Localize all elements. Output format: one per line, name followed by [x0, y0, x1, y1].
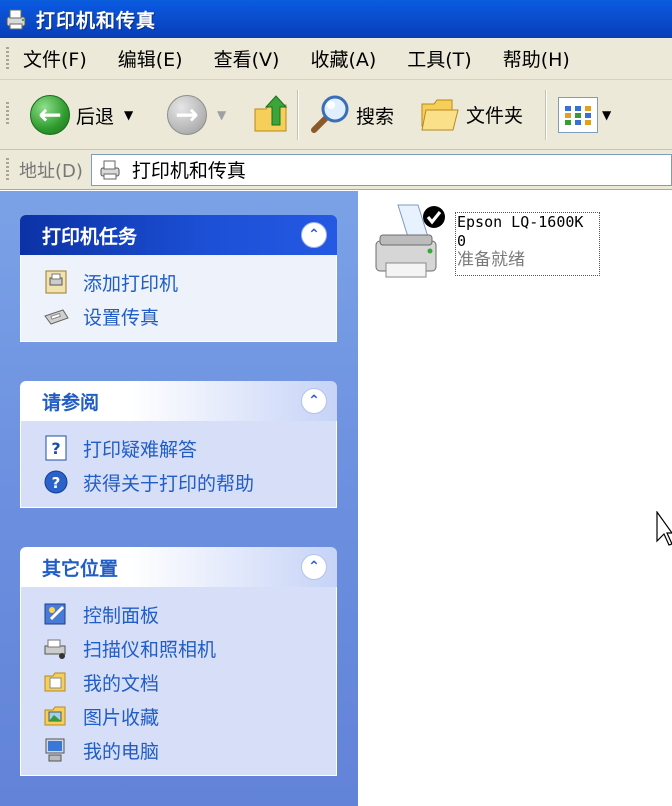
collapse-chevron-icon[interactable]: ⌃ [301, 554, 327, 580]
menubar-grip[interactable] [6, 46, 9, 71]
collapse-chevron-icon[interactable]: ⌃ [301, 388, 327, 414]
svg-text:?: ? [52, 474, 61, 492]
task-label: 打印疑难解答 [83, 438, 198, 461]
back-button[interactable]: ← 后退 ▼ [30, 95, 133, 135]
place-label: 我的文档 [83, 672, 160, 695]
my-computer-icon [43, 737, 69, 763]
back-dropdown-icon[interactable]: ▼ [124, 108, 133, 122]
menu-bar: 文件(F) 编辑(E) 查看(V) 收藏(A) 工具(T) 帮助(H) [0, 38, 672, 80]
back-arrow-icon: ← [30, 95, 70, 135]
my-documents-icon [43, 669, 69, 695]
svg-text:?: ? [51, 439, 60, 458]
printer-tasks-body: 添加打印机 设置传真 [20, 255, 337, 342]
addressbar-grip[interactable] [6, 157, 9, 182]
printer-documents: 0 [457, 232, 467, 250]
fax-icon [43, 303, 69, 329]
folders-icon [421, 99, 459, 131]
see-also-panel: 请参阅 ⌃ ? 打印疑难解答 ? 获得关于打印的帮助 [20, 381, 337, 508]
menu-help[interactable]: 帮助(H) [503, 45, 570, 72]
toolbar: ← 后退 ▼ → ▼ 搜索 文件夹 ▼ [0, 80, 672, 150]
other-places-body: 控制面板 扫描仪和照相机 我的文档 图片收藏 我的电脑 [20, 587, 337, 776]
task-add-printer[interactable]: 添加打印机 [43, 265, 336, 299]
panel-title: 其它位置 [42, 557, 119, 580]
views-icon [558, 97, 598, 133]
panel-title: 请参阅 [42, 391, 100, 414]
see-also-body: ? 打印疑难解答 ? 获得关于打印的帮助 [20, 421, 337, 508]
menu-file[interactable]: 文件(F) [23, 45, 87, 72]
see-also-header[interactable]: 请参阅 ⌃ [20, 381, 337, 421]
place-my-pictures[interactable]: 图片收藏 [43, 699, 336, 733]
task-setup-fax[interactable]: 设置传真 [43, 299, 336, 333]
control-panel-icon [43, 601, 69, 627]
printer-fax-icon [100, 160, 120, 179]
toolbar-separator [297, 90, 299, 140]
up-folder-icon [254, 95, 288, 132]
place-scanners-cameras[interactable]: 扫描仪和照相机 [43, 631, 336, 665]
place-my-computer[interactable]: 我的电脑 [43, 733, 336, 767]
place-label: 图片收藏 [83, 706, 160, 729]
menu-edit[interactable]: 编辑(E) [118, 45, 183, 72]
other-places-panel: 其它位置 ⌃ 控制面板 扫描仪和照相机 我的文档 图片收藏 我的电脑 [20, 547, 337, 776]
toolbar-grip[interactable] [6, 102, 9, 126]
printer-status: 准备就绪 [457, 250, 525, 270]
scanner-icon [43, 635, 69, 661]
search-label: 搜索 [356, 105, 395, 128]
address-input[interactable]: 打印机和传真 [90, 153, 672, 186]
menu-tools[interactable]: 工具(T) [407, 45, 471, 72]
up-folder-button[interactable] [252, 93, 290, 135]
place-label: 扫描仪和照相机 [83, 638, 217, 661]
printer-tasks-header[interactable]: 打印机任务 ⌃ [20, 215, 337, 255]
toolbar-separator [545, 90, 547, 140]
help-book-icon: ? [43, 435, 69, 461]
place-label: 我的电脑 [83, 740, 160, 763]
other-places-header[interactable]: 其它位置 ⌃ [20, 547, 337, 587]
folders-button[interactable]: 文件夹 [420, 94, 523, 134]
task-print-help[interactable]: ? 获得关于打印的帮助 [43, 465, 336, 499]
place-my-documents[interactable]: 我的文档 [43, 665, 336, 699]
place-control-panel[interactable]: 控制面板 [43, 597, 336, 631]
menu-favorites[interactable]: 收藏(A) [310, 45, 376, 72]
address-label: 地址(D) [19, 160, 83, 182]
collapse-chevron-icon[interactable]: ⌃ [301, 222, 327, 248]
task-label: 获得关于打印的帮助 [83, 472, 255, 495]
printer-name: Epson LQ-1600K [457, 213, 584, 231]
printer-tasks-panel: 打印机任务 ⌃ 添加打印机 设置传真 [20, 215, 337, 342]
title-bar: 打印机和传真 [0, 0, 672, 38]
address-bar: 地址(D) 打印机和传真 [0, 150, 672, 190]
task-pane: 打印机任务 ⌃ 添加打印机 设置传真 请参阅 ⌃ ? 打印疑难解答 ? 获得关于… [0, 191, 358, 806]
back-label: 后退 [76, 105, 115, 128]
printer-label[interactable]: Epson LQ-1600K 0 准备就绪 [455, 212, 600, 276]
add-printer-icon [43, 269, 69, 295]
forward-button[interactable]: → ▼ [167, 95, 226, 135]
views-button[interactable]: ▼ [558, 97, 611, 133]
forward-arrow-icon: → [167, 95, 207, 135]
task-label: 添加打印机 [83, 272, 179, 295]
views-dropdown-icon[interactable]: ▼ [602, 108, 611, 122]
help-circle-icon: ? [43, 469, 69, 495]
file-view: Epson LQ-1600K 0 准备就绪 [358, 191, 672, 806]
task-troubleshoot[interactable]: ? 打印疑难解答 [43, 431, 336, 465]
mouse-cursor-icon [656, 511, 672, 546]
window-title: 打印机和传真 [36, 9, 157, 32]
search-icon [311, 95, 349, 133]
search-button[interactable]: 搜索 [308, 94, 394, 136]
menu-view[interactable]: 查看(V) [214, 45, 280, 72]
place-label: 控制面板 [83, 604, 160, 627]
my-pictures-icon [43, 703, 69, 729]
printer-item[interactable] [370, 201, 450, 285]
default-printer-icon [375, 204, 445, 278]
address-value: 打印机和传真 [131, 160, 246, 182]
task-label: 设置传真 [83, 306, 160, 329]
printer-fax-icon [4, 7, 30, 31]
panel-title: 打印机任务 [42, 225, 138, 248]
folders-label: 文件夹 [466, 104, 524, 127]
forward-dropdown-icon[interactable]: ▼ [217, 108, 226, 122]
